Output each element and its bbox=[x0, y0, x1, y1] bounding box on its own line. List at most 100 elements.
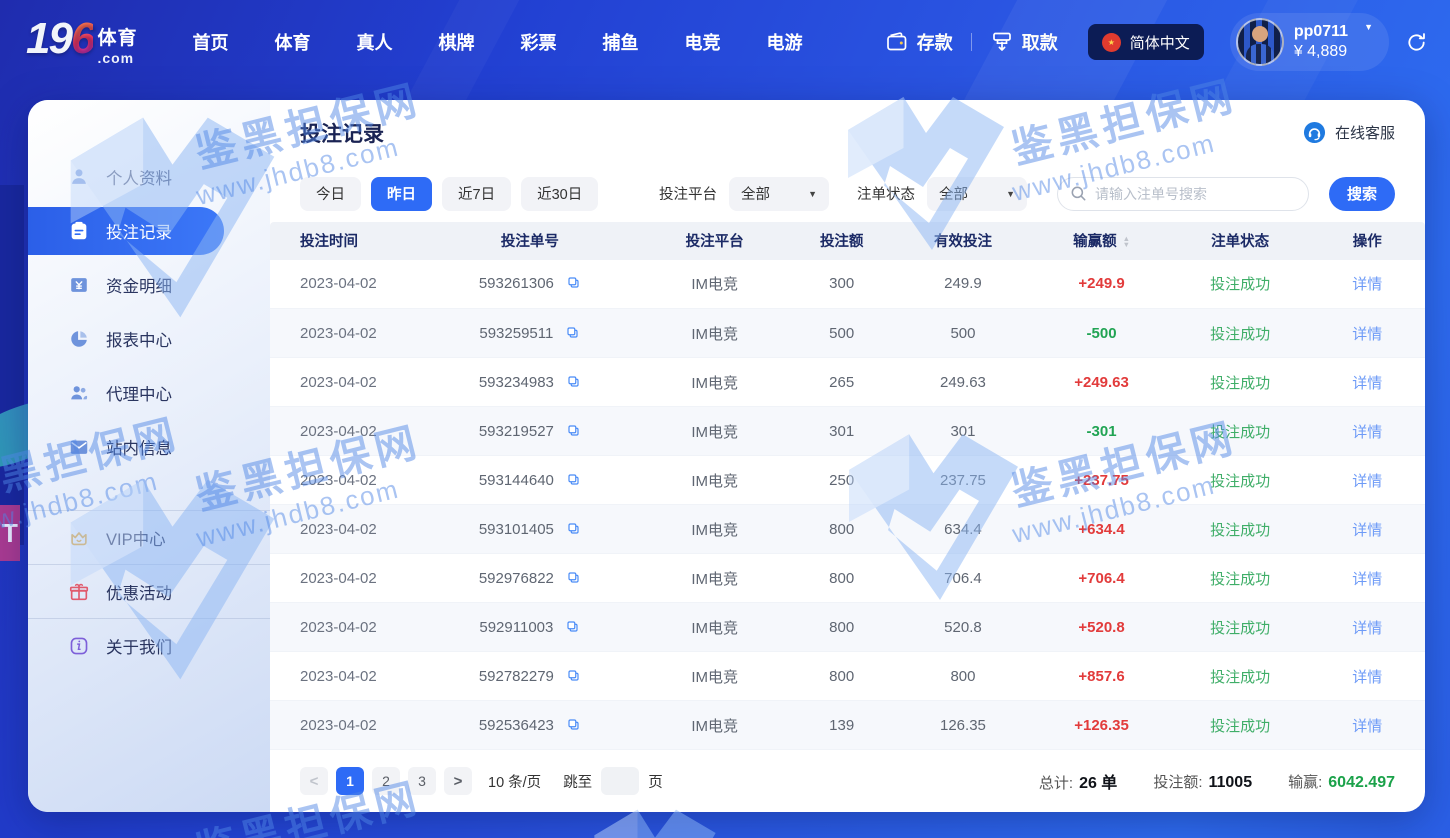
detail-link[interactable]: 详情 bbox=[1309, 260, 1425, 309]
nav-item-7[interactable]: 电游 bbox=[743, 19, 825, 65]
detail-link[interactable]: 详情 bbox=[1309, 701, 1425, 750]
copy-icon[interactable] bbox=[565, 325, 580, 340]
date-tab-0[interactable]: 今日 bbox=[300, 177, 361, 211]
page-button-3[interactable]: 3 bbox=[408, 767, 436, 795]
bet-platform: IM电竞 bbox=[640, 309, 790, 358]
sidebar-item-promos[interactable]: 优惠活动 bbox=[28, 564, 270, 618]
totals-summary: 总计:26 单 投注额:11005 输赢:6042.497 bbox=[1039, 769, 1395, 793]
language-selector[interactable]: ★ 简体中文 bbox=[1088, 24, 1204, 60]
detail-link[interactable]: 详情 bbox=[1309, 358, 1425, 407]
bet-platform: IM电竞 bbox=[640, 358, 790, 407]
bet-amount: 800 bbox=[790, 554, 894, 603]
jump-page-input[interactable] bbox=[601, 767, 639, 795]
sidebar-item-label: 关于我们 bbox=[106, 634, 172, 658]
copy-icon[interactable] bbox=[566, 374, 581, 389]
date-tab-1[interactable]: 昨日 bbox=[371, 177, 432, 211]
col-winloss: 输赢额▲▼ bbox=[1032, 222, 1171, 260]
nav-item-1[interactable]: 体育 bbox=[251, 19, 333, 65]
bet-amount: 800 bbox=[790, 505, 894, 554]
sidebar-item-profile[interactable]: 个人资料 bbox=[28, 150, 270, 204]
sidebar-item-messages[interactable]: 站内信息 bbox=[28, 420, 270, 474]
search-input[interactable] bbox=[1095, 186, 1296, 202]
nav-item-5[interactable]: 捕鱼 bbox=[579, 19, 661, 65]
sidebar-item-records[interactable]: 投注记录 bbox=[28, 207, 224, 255]
copy-icon[interactable] bbox=[566, 472, 581, 487]
next-page-button[interactable]: > bbox=[444, 767, 472, 795]
copy-icon[interactable] bbox=[566, 423, 581, 438]
detail-link[interactable]: 详情 bbox=[1309, 652, 1425, 701]
gift-icon bbox=[68, 581, 90, 603]
nav-item-2[interactable]: 真人 bbox=[333, 19, 415, 65]
sidebar-item-reports[interactable]: 报表中心 bbox=[28, 312, 270, 366]
status-filter-label: 注单状态 bbox=[857, 183, 915, 204]
sort-icon[interactable]: ▲▼ bbox=[1123, 236, 1130, 248]
user-menu[interactable]: pp0711 ¥ 4,889 ▼ bbox=[1230, 13, 1389, 71]
date-tab-2[interactable]: 近7日 bbox=[442, 177, 511, 211]
online-service-button[interactable]: 在线客服 bbox=[1303, 121, 1395, 144]
nav-item-0[interactable]: 首页 bbox=[169, 19, 251, 65]
detail-link[interactable]: 详情 bbox=[1309, 505, 1425, 554]
table-row: 2023-04-02593259511IM电竞500500-500投注成功详情 bbox=[270, 309, 1425, 358]
valid-bet: 520.8 bbox=[894, 603, 1033, 652]
sidebar-item-label: 投注记录 bbox=[106, 219, 172, 243]
sidebar-item-vip[interactable]: VIP中心 bbox=[28, 510, 270, 564]
win-loss-amount: -500 bbox=[1032, 309, 1171, 358]
bet-status: 投注成功 bbox=[1171, 407, 1310, 456]
bg-banner-edge bbox=[0, 185, 24, 545]
table-row: 2023-04-02592536423IM电竞139126.35+126.35投… bbox=[270, 701, 1425, 750]
nav-item-4[interactable]: 彩票 bbox=[497, 19, 579, 65]
nav-item-6[interactable]: 电竞 bbox=[661, 19, 743, 65]
page-button-1[interactable]: 1 bbox=[336, 767, 364, 795]
table-header-row: 投注时间 投注单号 投注平台 投注额 有效投注 输赢额▲▼ 注单状态 操作 bbox=[270, 222, 1425, 260]
copy-icon[interactable] bbox=[566, 668, 581, 683]
table-row: 2023-04-02592911003IM电竞800520.8+520.8投注成… bbox=[270, 603, 1425, 652]
prev-page-button[interactable]: < bbox=[300, 767, 328, 795]
logo-text: 196 bbox=[26, 19, 93, 59]
divider bbox=[971, 33, 972, 51]
deposit-button[interactable]: 存款 bbox=[885, 29, 953, 55]
wallet-yen-icon bbox=[68, 274, 90, 296]
detail-link[interactable]: 详情 bbox=[1309, 407, 1425, 456]
nav-item-3[interactable]: 棋牌 bbox=[415, 19, 497, 65]
sidebar-item-about[interactable]: 关于我们 bbox=[28, 618, 270, 672]
balance: ¥ 4,889 bbox=[1294, 42, 1348, 62]
detail-link[interactable]: 详情 bbox=[1309, 309, 1425, 358]
refresh-balance-button[interactable] bbox=[1405, 31, 1428, 54]
copy-icon[interactable] bbox=[566, 570, 581, 585]
bet-amount: 139 bbox=[790, 701, 894, 750]
username: pp0711 bbox=[1294, 22, 1348, 42]
status-select[interactable]: 全部▼ bbox=[927, 177, 1027, 211]
sidebar-item-agent[interactable]: 代理中心 bbox=[28, 366, 270, 420]
date-tab-3[interactable]: 近30日 bbox=[521, 177, 598, 211]
page-button-2[interactable]: 2 bbox=[372, 767, 400, 795]
bet-order-no: 593261306 bbox=[479, 275, 554, 292]
bet-time: 2023-04-02 bbox=[270, 701, 420, 750]
copy-icon[interactable] bbox=[566, 717, 581, 732]
sidebar-item-funds[interactable]: 资金明细 bbox=[28, 258, 270, 312]
logo-sport-label: 体育 bbox=[97, 23, 137, 50]
china-flag-icon: ★ bbox=[1102, 33, 1121, 52]
copy-icon[interactable] bbox=[566, 275, 581, 290]
site-logo[interactable]: 196 体育 .com bbox=[26, 19, 137, 66]
valid-bet: 301 bbox=[894, 407, 1033, 456]
user-icon bbox=[68, 166, 90, 188]
win-loss-amount: +520.8 bbox=[1032, 603, 1171, 652]
detail-link[interactable]: 详情 bbox=[1309, 603, 1425, 652]
sidebar-item-label: 个人资料 bbox=[106, 165, 172, 189]
copy-icon[interactable] bbox=[566, 521, 581, 536]
search-icon bbox=[1070, 185, 1087, 202]
bet-status: 投注成功 bbox=[1171, 456, 1310, 505]
bet-order-no: 592911003 bbox=[479, 619, 553, 636]
col-order-no: 投注单号 bbox=[420, 222, 639, 260]
bet-status: 投注成功 bbox=[1171, 309, 1310, 358]
bet-status: 投注成功 bbox=[1171, 505, 1310, 554]
copy-icon[interactable] bbox=[565, 619, 580, 634]
search-button[interactable]: 搜索 bbox=[1329, 177, 1395, 211]
withdraw-button[interactable]: 取款 bbox=[990, 29, 1058, 55]
detail-link[interactable]: 详情 bbox=[1309, 554, 1425, 603]
platform-select[interactable]: 全部▼ bbox=[729, 177, 829, 211]
bet-platform: IM电竞 bbox=[640, 652, 790, 701]
bet-order-no: 593101405 bbox=[479, 521, 554, 538]
bet-time: 2023-04-02 bbox=[270, 554, 420, 603]
detail-link[interactable]: 详情 bbox=[1309, 456, 1425, 505]
